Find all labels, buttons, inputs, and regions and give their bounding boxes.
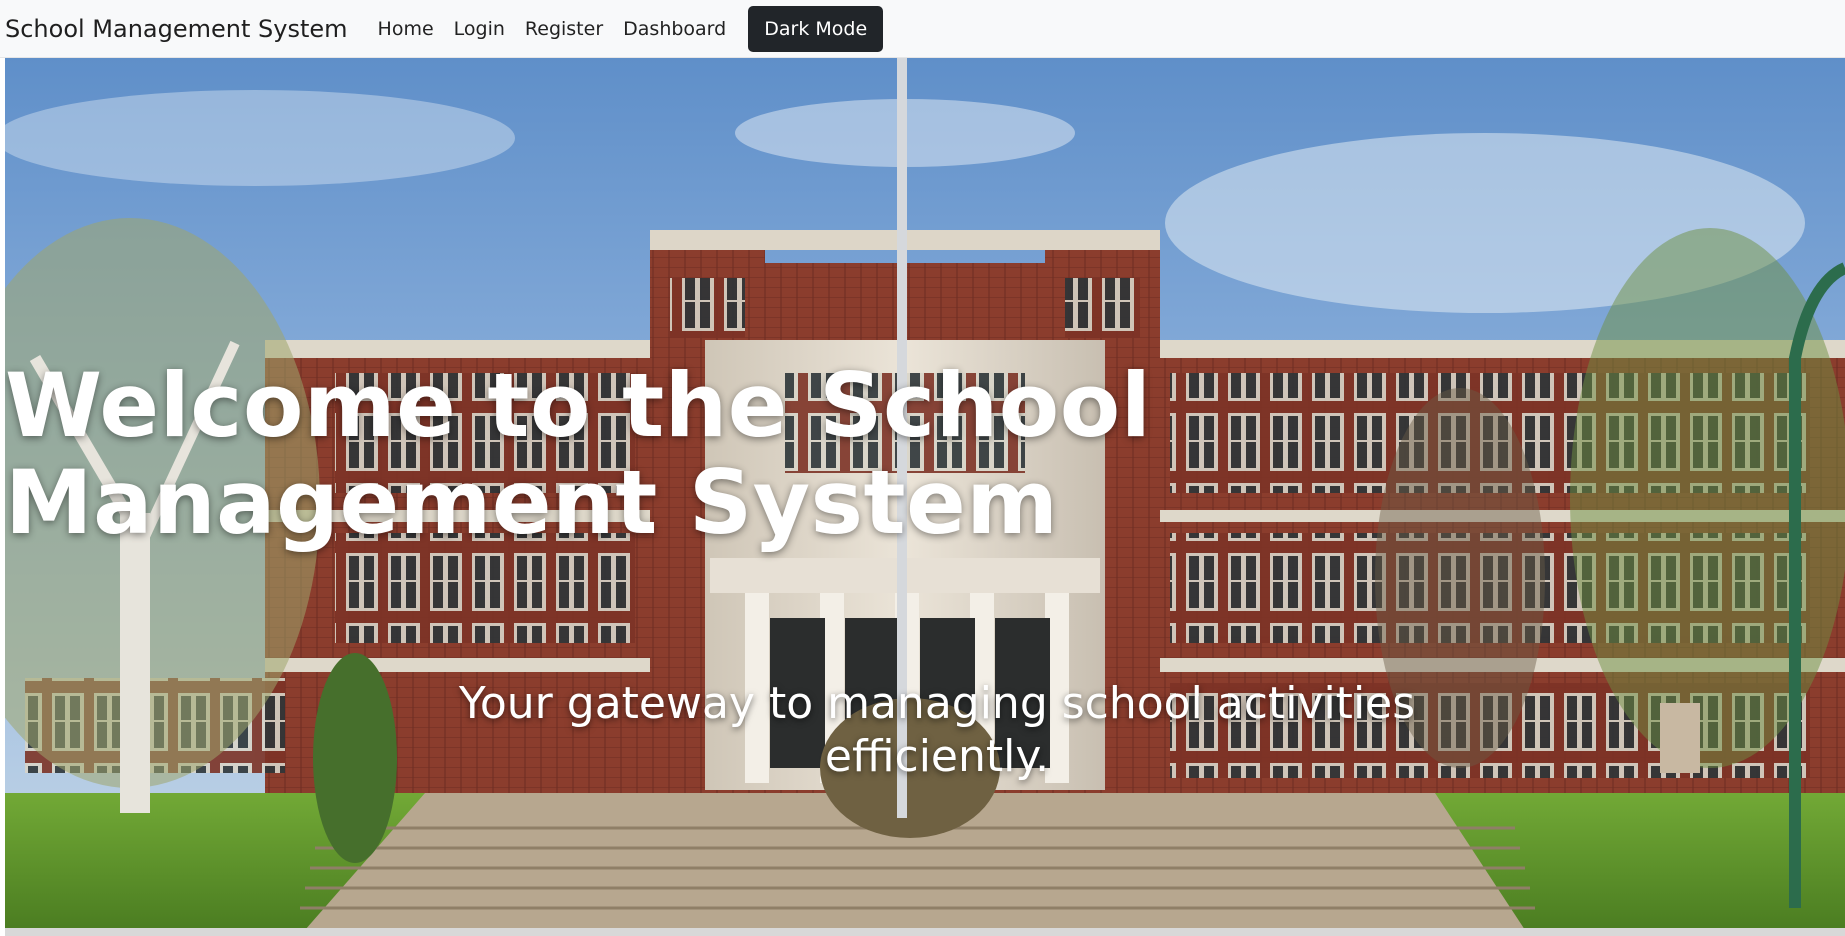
nav-home-link[interactable]: Home bbox=[378, 18, 434, 40]
hero-subtitle: Your gateway to managing school activiti… bbox=[458, 678, 1416, 782]
nav-dashboard-link[interactable]: Dashboard bbox=[623, 18, 726, 40]
brand-title[interactable]: School Management System bbox=[5, 17, 348, 41]
hero-section: Welcome to the School Management System … bbox=[5, 58, 1845, 930]
page-bottom-strip bbox=[5, 928, 1845, 936]
hero-title: Welcome to the School Management System bbox=[5, 354, 1152, 554]
page: School Management System Home Login Regi… bbox=[0, 0, 1845, 936]
dark-mode-button[interactable]: Dark Mode bbox=[748, 5, 884, 52]
top-navigation-bar: School Management System Home Login Regi… bbox=[0, 0, 1845, 58]
nav-register-link[interactable]: Register bbox=[525, 18, 603, 40]
street-sign bbox=[1660, 703, 1700, 773]
main-navigation: Home Login Register Dashboard Dark Mode bbox=[378, 5, 884, 52]
cloud bbox=[5, 90, 515, 186]
nav-login-link[interactable]: Login bbox=[454, 18, 505, 40]
